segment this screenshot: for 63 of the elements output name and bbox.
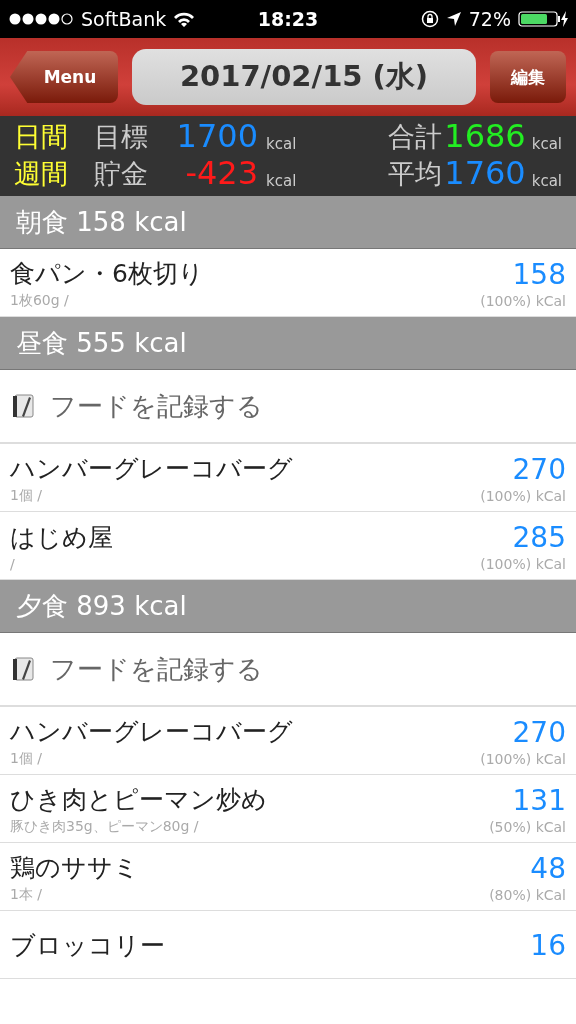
food-row[interactable]: ハンバーグレーコバーグ 1個 / 270 (100%) kCal (0, 707, 576, 775)
portion-text: 1個 / (10, 750, 44, 768)
calorie-value: 285 (512, 521, 566, 554)
battery-percent: 72% (468, 8, 511, 30)
carrier-name: SoftBank (81, 8, 167, 30)
portion-text: 1本 / (10, 886, 44, 904)
date-button[interactable]: 2017/02/15 (水) (132, 49, 476, 105)
food-name: 食パン・6枚切り (10, 258, 204, 290)
food-row[interactable]: ブロッコリー 16 (0, 911, 576, 979)
calorie-value: 158 (512, 258, 566, 291)
unit-label: kcal (531, 135, 562, 155)
calorie-value: 48 (530, 852, 566, 885)
summary-label: 目標 (94, 120, 148, 154)
food-name: 鶏のササミ (10, 852, 139, 884)
wifi-icon (173, 11, 196, 27)
food-row[interactable]: ひき肉とピーマン炒め 豚ひき肉35g、ピーマン80g / 131 (50%) kCal (0, 775, 576, 843)
unit-label: kcal (266, 135, 297, 155)
calorie-value: 270 (512, 453, 566, 486)
add-food-row[interactable]: フードを記録する (0, 633, 576, 707)
summary-label: 平均 (388, 157, 443, 191)
add-food-row[interactable]: フードを記録する (0, 370, 576, 444)
ratio-text: (80%) kCal (489, 887, 566, 903)
ratio-text: (50%) kCal (489, 819, 566, 835)
signal-icon (8, 12, 74, 26)
unit-label: kcal (266, 172, 297, 192)
ratio-text: (100%) kCal (480, 556, 566, 572)
portion-text: 1枚60g / (10, 292, 70, 310)
summary-label: 合計 (388, 120, 443, 154)
portion-text: / (10, 556, 16, 572)
edit-button[interactable]: 編集 (490, 51, 566, 103)
notebook-pen-icon (10, 393, 36, 419)
meal-header: 夕食 893 kcal (0, 580, 576, 633)
notebook-pen-icon (10, 656, 36, 682)
unit-label: kcal (531, 172, 562, 192)
calorie-value: 270 (512, 716, 566, 749)
summary-value: 1700 (175, 117, 258, 155)
summary-label: 貯金 (94, 157, 148, 191)
meal-header: 昼食 555 kcal (0, 317, 576, 370)
food-name: ハンバーグレーコバーグ (10, 716, 293, 748)
portion-text: 豚ひき肉35g、ピーマン80g / (10, 818, 200, 836)
food-name: はじめ屋 (10, 522, 113, 554)
period-label: 週間 (14, 157, 69, 191)
food-row[interactable]: ハンバーグレーコバーグ 1個 / 270 (100%) kCal (0, 444, 576, 512)
meal-header: 朝食 158 kcal (0, 196, 576, 249)
menu-back-button[interactable]: Menu (10, 51, 118, 103)
rotation-lock-icon (420, 10, 439, 28)
calorie-value: 16 (530, 929, 566, 962)
location-arrow-icon (445, 11, 462, 27)
ratio-text: (100%) kCal (480, 751, 566, 767)
food-name: ブロッコリー (10, 930, 165, 962)
portion-text: 1個 / (10, 487, 44, 505)
food-name: ひき肉とピーマン炒め (10, 784, 267, 816)
summary-value: -423 (184, 154, 258, 192)
summary-value: 1760 (444, 154, 526, 192)
ratio-text: (100%) kCal (480, 488, 566, 504)
food-row[interactable]: 鶏のササミ 1本 / 48 (80%) kCal (0, 843, 576, 911)
period-label: 日間 (14, 120, 69, 154)
clock-time: 18:23 (257, 8, 319, 30)
summary-value: 1686 (444, 117, 526, 155)
food-name: ハンバーグレーコバーグ (10, 453, 293, 485)
battery-charging-icon (518, 10, 568, 28)
calorie-value: 131 (512, 784, 566, 817)
ratio-text: (100%) kCal (480, 293, 566, 309)
